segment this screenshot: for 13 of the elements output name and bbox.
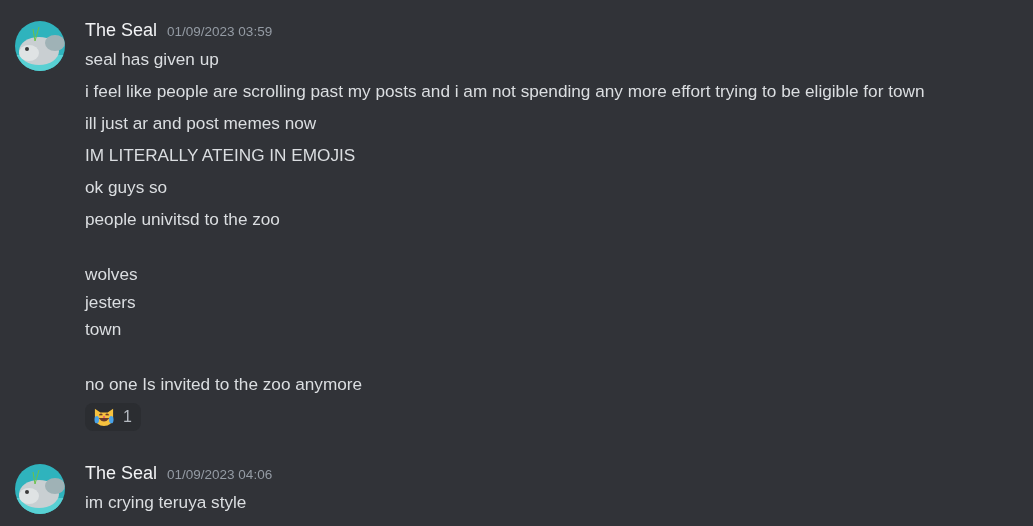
message-text: people univitsd to the zoo wolves jesters town no one Is invited to the zoo anymore <box>85 208 364 396</box>
message-text: im crying teruya style <box>85 491 248 514</box>
username[interactable]: The Seal <box>85 463 158 484</box>
message-text: IM LITERALLY ATEING IN EMOJIS <box>85 144 357 167</box>
message-text: i feel like people are scrolling past my posts and i am not spending any more effort trying to be eligible for town <box>85 80 925 103</box>
message-text: seal has given up <box>85 48 220 71</box>
message-text: ok guys so <box>85 176 169 199</box>
reaction-button[interactable]: 1 <box>85 403 141 431</box>
message-text: ill just ar and post memes now <box>85 112 318 135</box>
username[interactable]: The Seal <box>85 20 158 41</box>
crying-cat-emoji-icon <box>93 407 115 427</box>
timestamp: 01/09/2023 04:06 <box>167 467 273 482</box>
timestamp: 01/09/2023 03:59 <box>167 24 273 39</box>
